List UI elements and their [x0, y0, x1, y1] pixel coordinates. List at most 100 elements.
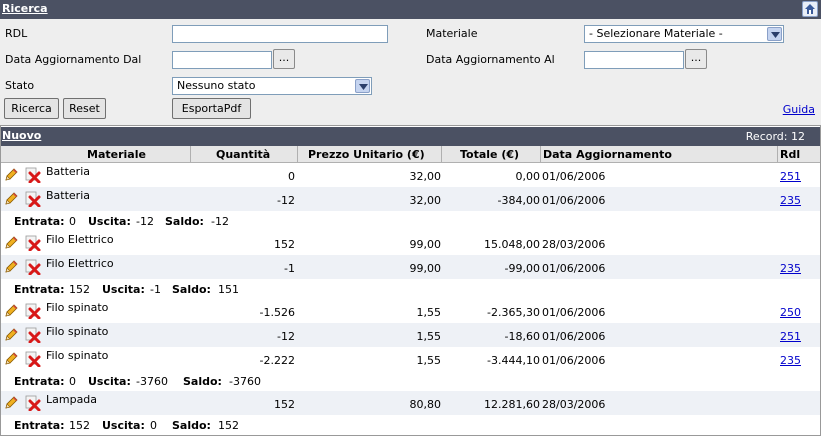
edit-pencil-icon[interactable] — [3, 191, 19, 207]
saldo-value: 151 — [218, 283, 239, 296]
cell-materiale: Filo Elettrico — [46, 233, 114, 246]
edit-pencil-icon[interactable] — [3, 259, 19, 275]
rdl-input[interactable] — [172, 25, 388, 43]
edit-pencil-icon[interactable] — [3, 235, 19, 251]
stato-selected-value: Nessuno stato — [177, 79, 256, 92]
col-materiale-header[interactable]: Materiale — [87, 148, 146, 161]
materiale-label: Materiale — [426, 27, 478, 40]
table-row: Filo Elettrico -1 99,00 -99,00 01/06/2006 235 — [0, 255, 821, 279]
table-row: Filo Elettrico 152 99,00 15.048,00 28/03/200… — [0, 231, 821, 255]
cell-data: 01/06/2006 — [542, 170, 606, 183]
uscita-value: -12 — [136, 215, 154, 228]
cell-totale: -3.444,10 — [487, 354, 540, 367]
table-row: Batteria 0 32,00 0,00 01/06/2006 251 — [0, 163, 821, 187]
cell-totale: 15.048,00 — [484, 238, 540, 251]
cell-rdl-link[interactable]: 235 — [780, 194, 801, 207]
data-al-input[interactable] — [584, 51, 684, 69]
uscita-label: Uscita: — [102, 419, 145, 432]
entrata-label: Entrata: — [14, 215, 65, 228]
cell-totale: -18,60 — [504, 330, 540, 343]
cell-data: 01/06/2006 — [542, 354, 606, 367]
uscita-label: Uscita: — [102, 283, 145, 296]
saldo-label: Saldo: — [172, 283, 211, 296]
cell-rdl-link[interactable]: 251 — [780, 170, 801, 183]
data-dal-input[interactable] — [172, 51, 272, 69]
cell-data: 01/06/2006 — [542, 262, 606, 275]
delete-icon[interactable] — [25, 167, 41, 184]
stato-label: Stato — [5, 79, 35, 92]
uscita-label: Uscita: — [88, 215, 131, 228]
uscita-value: -3760 — [136, 375, 168, 388]
edit-pencil-icon[interactable] — [3, 303, 19, 319]
delete-icon[interactable] — [25, 191, 41, 208]
col-totale-header[interactable]: Totale (€) — [460, 148, 519, 161]
col-quantita-header[interactable]: Quantità — [216, 148, 270, 161]
cell-rdl-link[interactable]: 235 — [780, 354, 801, 367]
chevron-down-icon[interactable] — [767, 27, 782, 41]
entrata-label: Entrata: — [14, 283, 65, 296]
search-header-bar: Ricerca — [0, 0, 821, 19]
cell-totale: 0,00 — [515, 170, 541, 183]
table-row: Batteria -12 32,00 -384,00 01/06/2006 235 — [0, 187, 821, 211]
saldo-label: Saldo: — [165, 215, 204, 228]
group-summary: Entrata: 0 Uscita: -3760 Saldo: -3760 — [0, 371, 821, 391]
delete-icon[interactable] — [25, 395, 41, 412]
edit-pencil-icon[interactable] — [3, 327, 19, 343]
cell-prezzo: 1,55 — [416, 330, 442, 343]
saldo-value: -3760 — [229, 375, 261, 388]
col-prezzo-header[interactable]: Prezzo Unitario (€) — [308, 148, 425, 161]
cell-rdl-link[interactable]: 235 — [780, 262, 801, 275]
entrata-value: 0 — [69, 375, 76, 388]
edit-pencil-icon[interactable] — [3, 351, 19, 367]
chevron-down-icon[interactable] — [355, 79, 370, 93]
reset-button[interactable]: Reset — [63, 98, 106, 119]
cell-materiale: Filo spinato — [46, 325, 109, 338]
delete-icon[interactable] — [25, 259, 41, 276]
data-al-picker-button[interactable]: ... — [685, 49, 707, 69]
saldo-value: 152 — [218, 419, 239, 432]
ricerca-button[interactable]: Ricerca — [4, 98, 59, 119]
cell-totale: 12.281,60 — [484, 398, 540, 411]
delete-icon[interactable] — [25, 235, 41, 252]
cell-prezzo: 99,00 — [409, 262, 442, 275]
materiale-select[interactable]: - Selezionare Materiale - — [584, 25, 784, 43]
delete-icon[interactable] — [25, 351, 41, 368]
esporta-pdf-button[interactable]: EsportaPdf — [172, 98, 251, 119]
cell-prezzo: 1,55 — [416, 354, 442, 367]
entrata-value: 152 — [69, 419, 90, 432]
guida-link[interactable]: Guida — [783, 103, 815, 116]
delete-icon[interactable] — [25, 303, 41, 320]
cell-rdl-link[interactable]: 250 — [780, 306, 801, 319]
cell-data: 01/06/2006 — [542, 306, 606, 319]
cell-data: 28/03/2006 — [542, 238, 606, 251]
stato-select[interactable]: Nessuno stato — [172, 77, 372, 95]
cell-rdl-link[interactable]: 251 — [780, 330, 801, 343]
search-form: RDL Materiale - Selezionare Materiale - … — [0, 19, 821, 126]
cell-materiale: Batteria — [46, 189, 90, 202]
cell-prezzo: 32,00 — [409, 194, 442, 207]
saldo-value: -12 — [211, 215, 229, 228]
rdl-label: RDL — [5, 27, 28, 40]
cell-materiale: Lampada — [46, 393, 98, 406]
search-title-link[interactable]: Ricerca — [2, 2, 48, 15]
edit-pencil-icon[interactable] — [3, 395, 19, 411]
cell-quantita: -1 — [284, 262, 295, 275]
uscita-label: Uscita: — [88, 375, 131, 388]
data-dal-picker-button[interactable]: ... — [273, 49, 295, 69]
col-data-header[interactable]: Data Aggiornamento — [543, 148, 672, 161]
cell-quantita: 152 — [274, 398, 295, 411]
cell-data: 01/06/2006 — [542, 330, 606, 343]
table-row: Filo spinato -12 1,55 -18,60 01/06/2006 251 — [0, 323, 821, 347]
uscita-value: 0 — [150, 419, 157, 432]
saldo-label: Saldo: — [172, 419, 211, 432]
col-rdl-header[interactable]: Rdl — [780, 148, 800, 161]
cell-quantita: -1.526 — [259, 306, 295, 319]
cell-materiale: Filo spinato — [46, 349, 109, 362]
saldo-label: Saldo: — [183, 375, 222, 388]
cell-prezzo: 1,55 — [416, 306, 442, 319]
edit-pencil-icon[interactable] — [3, 167, 19, 183]
nuovo-link[interactable]: Nuovo — [2, 129, 41, 142]
delete-icon[interactable] — [25, 327, 41, 344]
entrata-label: Entrata: — [14, 419, 65, 432]
home-icon[interactable] — [802, 1, 818, 17]
